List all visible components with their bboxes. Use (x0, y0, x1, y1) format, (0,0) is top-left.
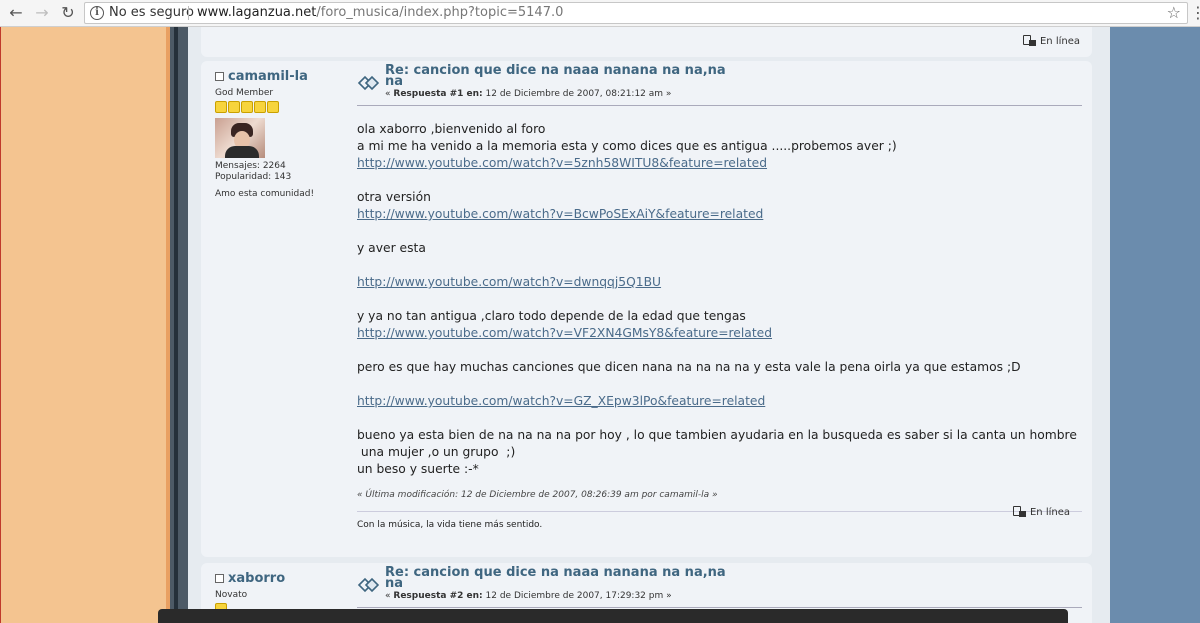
star-icon (215, 101, 227, 113)
star-icon (267, 101, 279, 113)
forum-post: camamil-la God Member Mensajes: 2264 Pop… (201, 61, 1092, 557)
star-icon (228, 101, 240, 113)
security-label[interactable]: No es seguro (109, 3, 194, 23)
divider (357, 607, 1082, 608)
signature-divider (357, 511, 1082, 512)
signature: Con la música, la vida tiene más sentido… (357, 520, 543, 530)
previous-post-footer: En línea (201, 27, 1092, 57)
poster-name[interactable]: camamil-la (228, 69, 308, 84)
right-page-background (1110, 27, 1200, 623)
info-icon[interactable]: i (90, 6, 104, 20)
youtube-link[interactable]: http://www.youtube.com/watch?v=VF2XN4GMs… (357, 326, 772, 340)
divider (357, 105, 1082, 106)
poster-name[interactable]: xaborro (228, 571, 285, 586)
personal-text: Amo esta comunidad! (215, 189, 315, 199)
browser-menu-icon[interactable]: ⋮ (1190, 3, 1200, 23)
online-icon (1022, 35, 1037, 47)
reply-info: « Respuesta #1 en: 12 de Diciembre de 20… (385, 89, 672, 99)
youtube-link[interactable]: http://www.youtube.com/watch?v=5znh58WIT… (357, 156, 767, 170)
dark-side-strip (170, 27, 188, 623)
youtube-link[interactable]: http://www.youtube.com/watch?v=BcwPoSExA… (357, 207, 763, 221)
message-icon (357, 75, 379, 91)
browser-toolbar: ← → ↻ i No es seguro www.laganzua.net/fo… (0, 0, 1200, 27)
reply-info: « Respuesta #2 en: 12 de Diciembre de 20… (385, 591, 672, 601)
post-message: Re: cancion que dice na naaa nanana na n… (357, 64, 1082, 530)
poster-group: Novato (215, 590, 248, 600)
online-status: En línea (1022, 35, 1080, 47)
online-status: En línea (1012, 506, 1070, 518)
youtube-link[interactable]: http://www.youtube.com/watch?v=dwnqqj5Q1… (357, 275, 661, 289)
post-body: ola xaborro ,bienvenido al foro a mi me … (357, 122, 1077, 476)
star-icon (254, 101, 266, 113)
poster-group: God Member (215, 88, 274, 98)
last-modified: « Última modificación: 12 de Diciembre d… (357, 490, 718, 500)
post-subject[interactable]: Re: cancion que dice na naaa nanana na n… (385, 566, 745, 590)
forward-arrow-icon[interactable]: → (32, 3, 52, 23)
url-text[interactable]: www.laganzua.net/foro_musica/index.php?t… (197, 3, 563, 23)
quote-checkbox[interactable] (215, 574, 224, 583)
rank-stars (215, 101, 355, 113)
post-count: Mensajes: 2264 (215, 161, 286, 171)
back-arrow-icon[interactable]: ← (6, 3, 26, 23)
message-icon (357, 577, 379, 593)
online-icon (1012, 506, 1027, 518)
reload-icon[interactable]: ↻ (58, 3, 78, 23)
address-bar[interactable]: i No es seguro www.laganzua.net/foro_mus… (84, 2, 1188, 24)
url-separator (188, 6, 189, 20)
poster-info: camamil-la God Member Mensajes: 2264 Pop… (215, 69, 355, 199)
quote-checkbox[interactable] (215, 72, 224, 81)
left-page-background (0, 27, 170, 623)
overlay-bar (158, 609, 1068, 623)
popularity: Popularidad: 143 (215, 172, 292, 182)
bookmark-star-icon[interactable]: ☆ (1167, 3, 1181, 23)
avatar (215, 118, 265, 158)
star-icon (241, 101, 253, 113)
post-message: Re: cancion que dice na naaa nanana na n… (357, 566, 1082, 608)
post-subject[interactable]: Re: cancion que dice na naaa nanana na n… (385, 64, 745, 88)
youtube-link[interactable]: http://www.youtube.com/watch?v=GZ_XEpw3l… (357, 394, 765, 408)
